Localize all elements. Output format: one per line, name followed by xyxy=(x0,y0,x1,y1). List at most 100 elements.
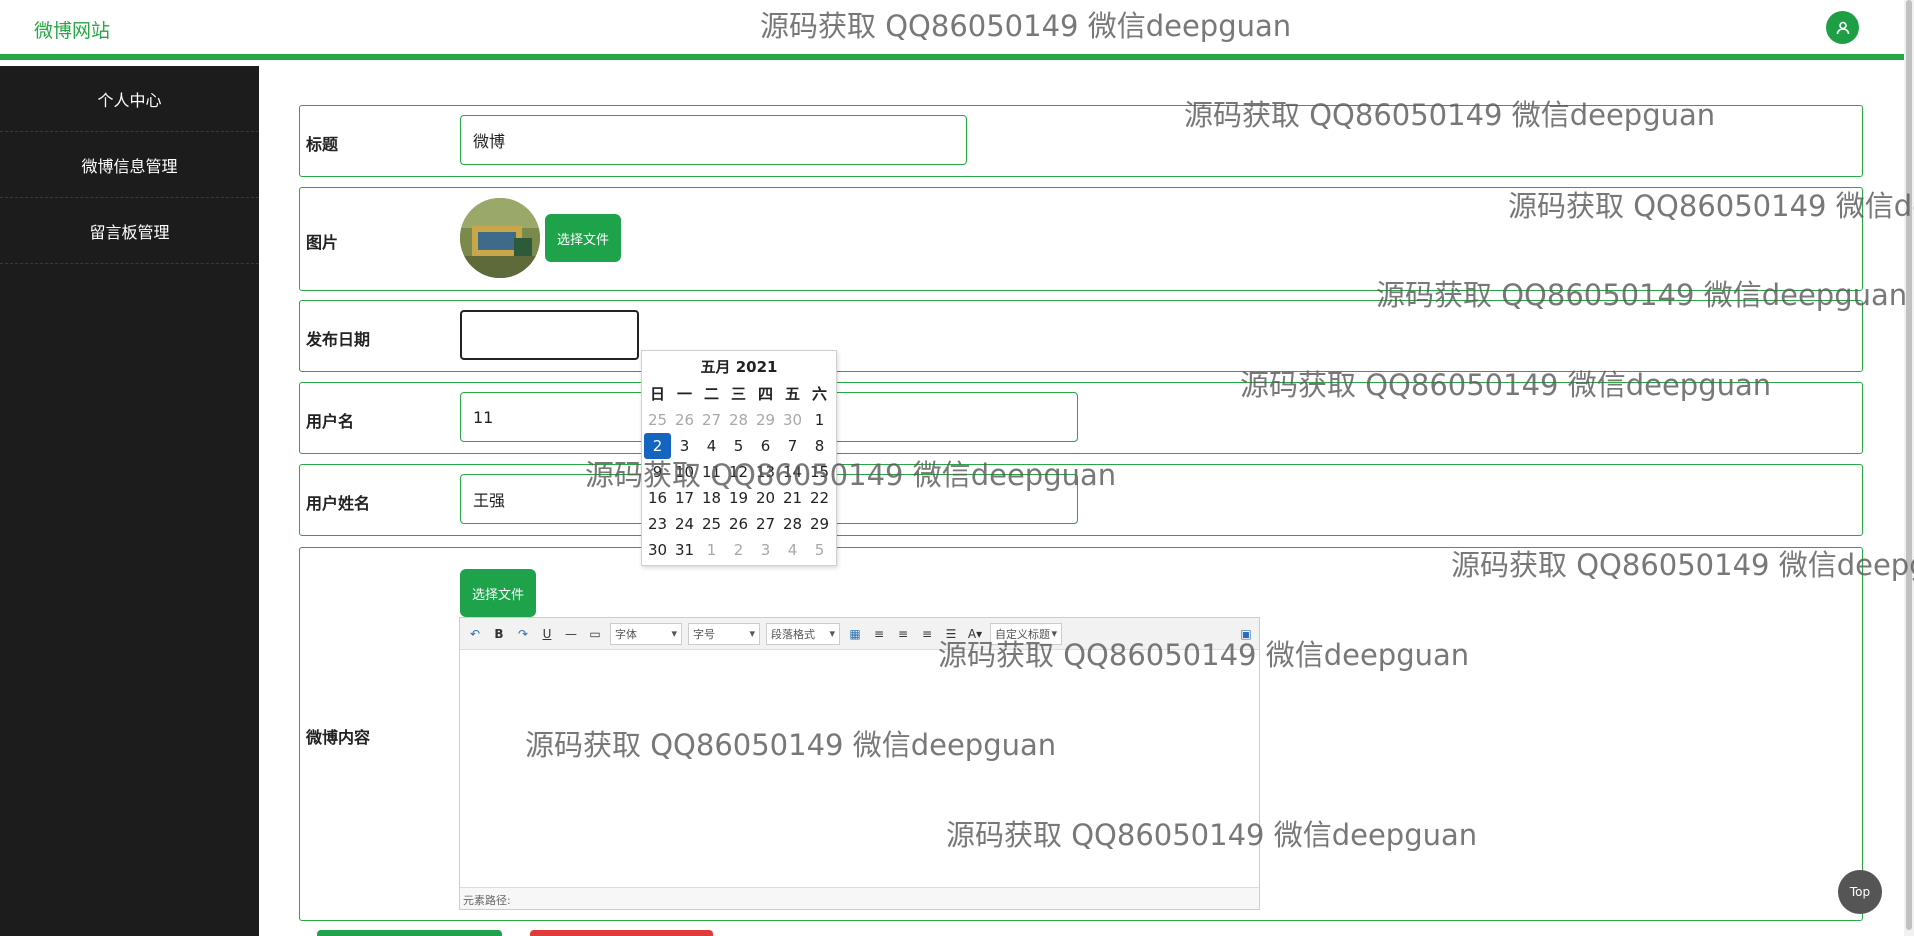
title-input[interactable] xyxy=(460,115,967,165)
submit-button-edge[interactable] xyxy=(317,930,502,936)
calendar-day[interactable]: 4 xyxy=(698,433,725,459)
calendar-day[interactable]: 22 xyxy=(806,485,833,511)
font-family-select[interactable]: 字体 ▾ xyxy=(610,622,682,645)
calendar-day-today[interactable]: 2 xyxy=(644,433,671,459)
calendar-weekday: 一 xyxy=(676,385,692,403)
calendar-month-title[interactable]: 五月 2021 xyxy=(642,351,836,381)
font-select-label: 字体 xyxy=(615,627,637,641)
align-right-icon[interactable]: ≡ xyxy=(918,625,936,643)
sidebar-item-label: 个人中心 xyxy=(97,90,162,110)
calendar-day[interactable]: 13 xyxy=(752,459,779,485)
editor-toolbar: ↶ B ↷ U — ▭ 字体 ▾ 字号 ▾ 段落格式 ▾ ▦ ≡ ≡ ≡ ☰ A▾ 自… xyxy=(460,618,1259,650)
calendar-day[interactable]: 3 xyxy=(671,433,698,459)
editor-element-path: 元素路径: xyxy=(460,887,1259,909)
calendar-day[interactable]: 27 xyxy=(752,511,779,537)
calendar-day[interactable]: 28 xyxy=(779,511,806,537)
image-row: 图片 选择文件 xyxy=(299,187,1863,291)
realname-row: 用户姓名 xyxy=(299,464,1863,536)
image-choose-file-button[interactable]: 选择文件 xyxy=(545,214,621,262)
calendar-day[interactable]: 5 xyxy=(725,433,752,459)
calendar-day[interactable]: 30 xyxy=(644,537,671,563)
calendar-day[interactable]: 1 xyxy=(806,407,833,433)
calendar-day[interactable]: 18 xyxy=(698,485,725,511)
calendar-day[interactable]: 12 xyxy=(725,459,752,485)
cancel-button-edge[interactable] xyxy=(530,930,713,936)
sidebar-item-label: 微博信息管理 xyxy=(81,156,178,176)
dropdown-arrow-icon: ▾ xyxy=(829,627,835,640)
calendar-day[interactable]: 9 xyxy=(644,459,671,485)
title-row: 标题 xyxy=(299,105,1863,177)
calendar-day[interactable]: 16 xyxy=(644,485,671,511)
calendar-day[interactable]: 14 xyxy=(779,459,806,485)
calendar-day[interactable]: 25 xyxy=(644,407,671,433)
calendar-day[interactable]: 29 xyxy=(752,407,779,433)
calendar-day[interactable]: 2 xyxy=(725,537,752,563)
date-picker-popup: 五月 2021 日一二三四五六 25 26 27 28 29 30 1 2 3 4 5 6 7 8 9 10 11… xyxy=(641,350,837,566)
calendar-day[interactable]: 15 xyxy=(806,459,833,485)
sidebar-item-message-board[interactable]: 留言板管理 xyxy=(0,198,259,264)
calendar-day[interactable]: 10 xyxy=(671,459,698,485)
calendar-day[interactable]: 31 xyxy=(671,537,698,563)
content-label: 微博内容 xyxy=(306,728,371,747)
date-row: 发布日期 xyxy=(299,300,1863,372)
calendar-day[interactable]: 30 xyxy=(779,407,806,433)
calendar-day[interactable]: 26 xyxy=(725,511,752,537)
site-brand[interactable]: 微博网站 xyxy=(34,16,110,43)
title-label: 标题 xyxy=(306,135,339,154)
editor-content-area[interactable] xyxy=(460,650,1259,887)
align-center-icon[interactable]: ≡ xyxy=(894,625,912,643)
calendar-day[interactable]: 19 xyxy=(725,485,752,511)
calendar-day[interactable]: 21 xyxy=(779,485,806,511)
paragraph-format-select[interactable]: 段落格式 ▾ xyxy=(766,622,840,645)
fullscreen-icon[interactable]: ▣ xyxy=(1237,625,1255,643)
horizontal-rule-icon[interactable]: — xyxy=(562,625,580,643)
align-left-icon[interactable]: ≡ xyxy=(870,625,888,643)
date-input[interactable] xyxy=(460,310,639,360)
calendar-day[interactable]: 17 xyxy=(671,485,698,511)
bold-icon[interactable]: B xyxy=(490,625,508,643)
calendar-day[interactable]: 28 xyxy=(725,407,752,433)
calendar-day[interactable]: 11 xyxy=(698,459,725,485)
justify-icon[interactable]: ☰ xyxy=(942,625,960,643)
size-select-label: 字号 xyxy=(693,627,715,641)
calendar-day[interactable]: 8 xyxy=(806,433,833,459)
font-size-select[interactable]: 字号 ▾ xyxy=(688,622,760,645)
scrollbar-thumb[interactable] xyxy=(1906,0,1912,930)
calendar-day[interactable]: 7 xyxy=(779,433,806,459)
top-header: 微博网站 xyxy=(0,0,1904,60)
dropdown-arrow-icon: ▾ xyxy=(749,627,755,640)
custom-title-select[interactable]: 自定义标题 ▾ xyxy=(990,622,1062,645)
calendar-day[interactable]: 4 xyxy=(779,537,806,563)
calendar-day[interactable]: 26 xyxy=(671,407,698,433)
content-choose-file-button[interactable]: 选择文件 xyxy=(460,569,536,617)
redo-icon[interactable]: ↷ xyxy=(514,625,532,643)
sidebar-item-personal-center[interactable]: 个人中心 xyxy=(0,66,259,132)
sidebar-item-weibo-management[interactable]: 微博信息管理 xyxy=(0,132,259,198)
calendar-day[interactable]: 20 xyxy=(752,485,779,511)
calendar-day[interactable]: 27 xyxy=(698,407,725,433)
table-icon[interactable]: ▦ xyxy=(846,625,864,643)
custom-title-select-label: 自定义标题 xyxy=(995,627,1050,641)
calendar-day[interactable]: 1 xyxy=(698,537,725,563)
calendar-day[interactable]: 6 xyxy=(752,433,779,459)
page-icon[interactable]: ▭ xyxy=(586,625,604,643)
calendar-weekday: 三 xyxy=(730,385,746,403)
sidebar-item-label: 留言板管理 xyxy=(89,222,170,242)
calendar-day[interactable]: 23 xyxy=(644,511,671,537)
calendar-day[interactable]: 5 xyxy=(806,537,833,563)
calendar-weekday: 日 xyxy=(649,385,665,403)
font-color-icon[interactable]: A▾ xyxy=(966,625,984,643)
username-label: 用户名 xyxy=(306,412,355,431)
calendar-day[interactable]: 25 xyxy=(698,511,725,537)
realname-label: 用户姓名 xyxy=(306,494,371,513)
back-to-top-button[interactable]: Top xyxy=(1838,870,1882,914)
user-avatar-icon[interactable] xyxy=(1826,11,1859,44)
calendar-day[interactable]: 3 xyxy=(752,537,779,563)
calendar-day[interactable]: 24 xyxy=(671,511,698,537)
calendar-weekday: 五 xyxy=(784,385,800,403)
undo-icon[interactable]: ↶ xyxy=(466,625,484,643)
underline-icon[interactable]: U xyxy=(538,625,556,643)
dropdown-arrow-icon: ▾ xyxy=(1051,627,1057,640)
calendar-day[interactable]: 29 xyxy=(806,511,833,537)
calendar-grid: 日一二三四五六 25 26 27 28 29 30 1 2 3 4 5 6 7 8 9 10 11 12 13 14 15… xyxy=(644,381,836,563)
